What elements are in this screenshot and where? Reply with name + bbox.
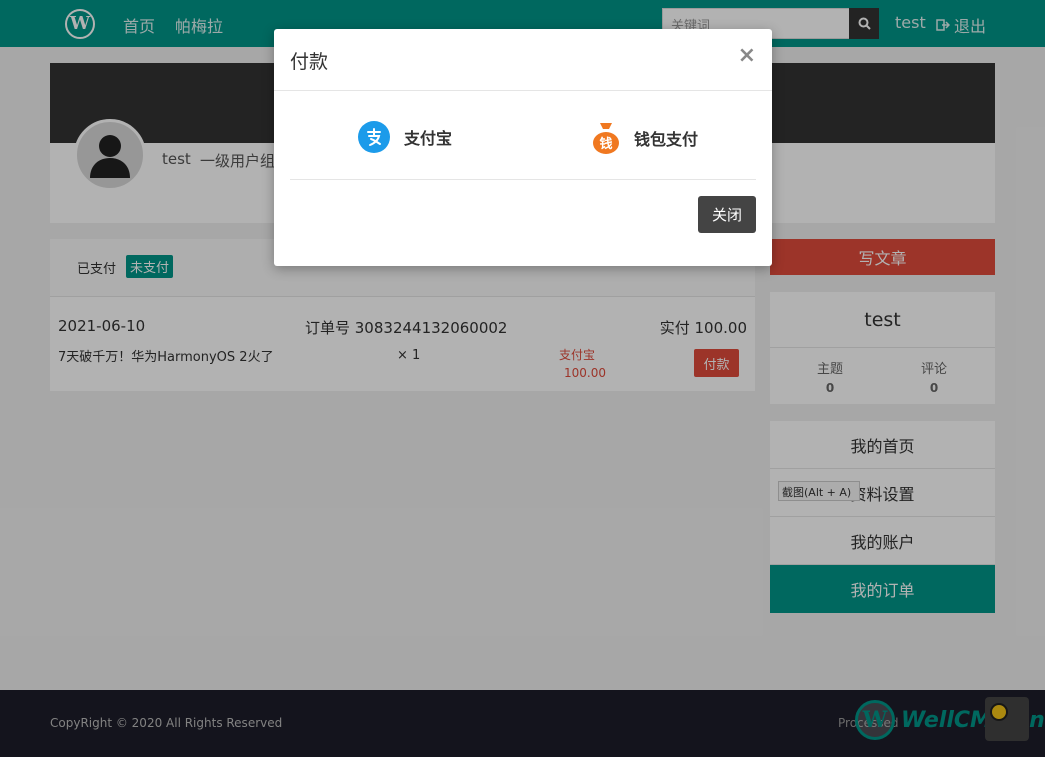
modal-title: 付款	[290, 51, 329, 73]
payment-option-wallet[interactable]: 钱 钱包支付	[592, 121, 698, 155]
payment-modal: 付款 × 支付宝 钱 钱包支付 关闭	[274, 29, 772, 266]
payment-options: 支付宝 钱 钱包支付	[290, 91, 756, 180]
modal-header: 付款 ×	[274, 29, 772, 91]
wallet-icon: 钱	[592, 121, 620, 155]
svg-text:钱: 钱	[599, 136, 612, 152]
modal-close-button[interactable]: 关闭	[698, 196, 756, 233]
alipay-label: 支付宝	[404, 129, 453, 148]
alipay-icon	[358, 121, 390, 153]
payment-option-alipay[interactable]: 支付宝	[358, 121, 452, 153]
close-icon[interactable]: ×	[738, 43, 756, 68]
wallet-label: 钱包支付	[634, 130, 699, 149]
